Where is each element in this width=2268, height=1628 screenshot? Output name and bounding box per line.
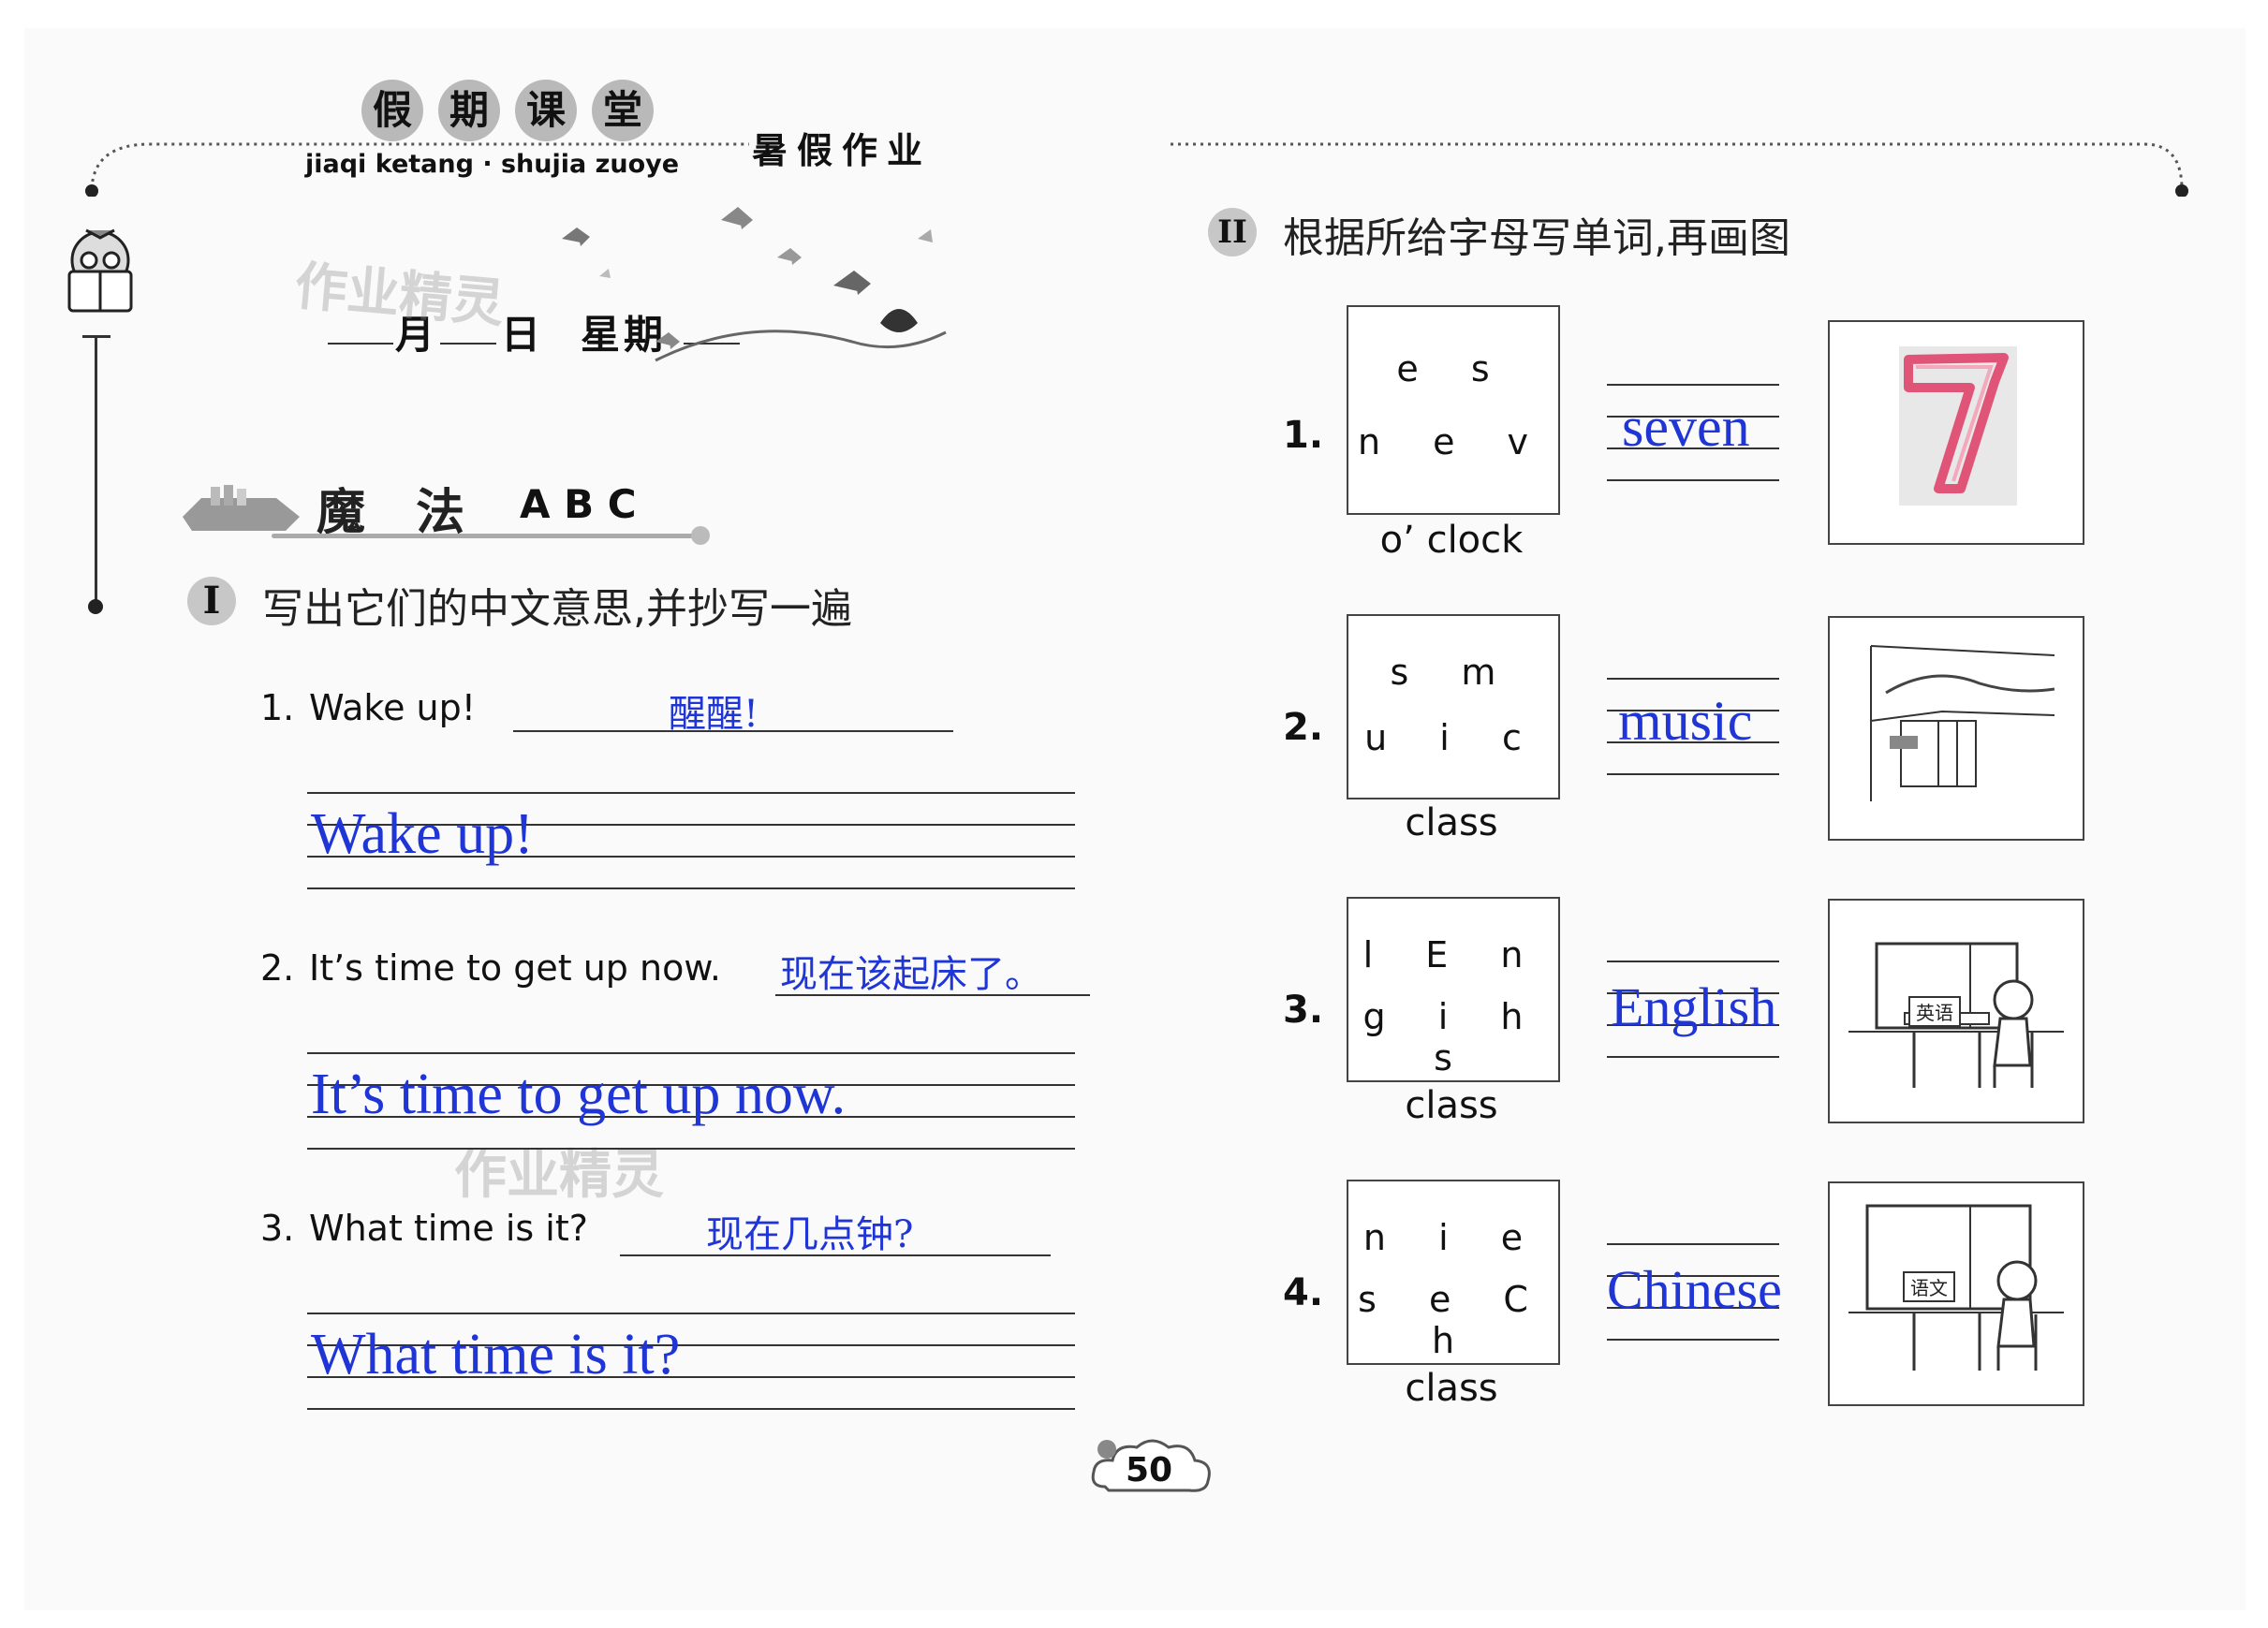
drawing-box[interactable] [1828,616,2084,841]
day-label: 日 [501,312,545,358]
letters-top: l E n [1362,934,1544,975]
chinese-classroom-drawing [1848,1204,2064,1371]
cn-answer: 醒醒! [669,693,759,736]
section-title-abc: A B C [520,481,637,527]
books-icon [183,485,300,531]
copy-line-1 [307,1052,1075,1054]
letters-box: l E n g i h s [1347,897,1560,1082]
item-number: 1. [260,687,295,728]
copy-line-1 [307,792,1075,794]
letters-bottom: g i h s [1362,996,1544,1078]
copy-line-1 [307,1313,1075,1314]
caption: class [1405,801,1498,844]
drawing-box[interactable] [1828,320,2084,545]
item-number: 1. [1283,414,1324,457]
letters-box: e s n e v [1347,305,1560,515]
letters-box: n i e s e C h [1347,1180,1560,1365]
word-answer: Chinese [1607,1259,1782,1320]
cn-answer: 现在该起床了。 [780,953,1042,996]
section-title-magic: 魔 法 [317,473,464,543]
answer-line-1 [1607,1243,1779,1245]
item-text: Wake up! [309,687,476,728]
number-seven-drawing [1899,346,2017,506]
reading-mascot-icon [67,228,133,313]
part2-instruction: 根据所给字母写单词,再画图 [1283,214,1790,262]
header-line [85,142,2188,197]
margin-line-cap [82,335,110,338]
answer-line-1 [1607,678,1779,680]
word-answer: music [1618,690,1753,752]
letters-bottom: s e C h [1358,1279,1549,1361]
item-number: 3. [260,1208,295,1249]
copy-line-4 [307,1408,1075,1410]
month-blank[interactable] [328,343,393,345]
answer-line-4 [1607,1339,1779,1341]
part1-instruction: 写出它们的中文意思,并抄写一遍 [262,585,852,633]
header: 假 期 课 堂 jiaqi ketang · shujia zuoye 暑假作业 [0,0,2268,206]
item-number: 3. [1283,989,1324,1032]
page-number: 50 [1126,1451,1173,1489]
magic-char-1: 魔 [317,485,366,541]
copy-line-4 [307,887,1075,889]
part1-roman-badge: I [187,577,236,625]
part2-item-4: 4. n i e s e C h class Chinese 语文 [1274,1180,2098,1451]
letters-bottom: u i c [1364,717,1542,758]
word-answer: seven [1622,396,1750,458]
drawing-box[interactable]: 英语 [1828,899,2084,1123]
section-underline-dot [691,526,710,545]
item-text: It’s time to get up now. [309,947,721,989]
caption: o’ clock [1379,519,1524,562]
letters-top: s m [1390,652,1517,693]
copy-answer: It’s time to get up now. [311,1063,847,1126]
copy-answer: Wake up! [311,802,534,866]
part1-item-3: 3. What time is it? 现在几点钟? What time is … [260,1204,1103,1419]
copy-answer: What time is it? [311,1323,681,1386]
letters-bottom: n e v [1357,421,1550,462]
part1-item-1: 1. Wake up! 醒醒! Wake up! [260,683,1103,899]
part2-item-3: 3. l E n g i h s class English 英语 [1274,897,2098,1168]
item-number: 2. [260,947,295,989]
cn-answer: 现在几点钟? [706,1213,914,1256]
section-underline [272,534,698,538]
margin-line-dot [88,599,103,614]
part2-roman-badge: II [1208,208,1257,257]
letters-top: n i e [1362,1217,1544,1258]
part2-item-1: 1. e s n e v o’ clock seven [1274,305,2098,577]
music-classroom-drawing [1870,645,2055,801]
copy-line-4 [307,1148,1075,1150]
subject-sign: 语文 [1903,1271,1955,1302]
item-number: 4. [1283,1271,1324,1314]
part2-item-2: 2. s m u i c class music [1274,614,2098,886]
caption: class [1405,1084,1498,1127]
answer-line-4 [1607,479,1779,481]
answer-line-4 [1607,773,1779,775]
item-number: 2. [1283,706,1324,749]
part1-item-2: 2. It’s time to get up now. 现在该起床了。 It’s… [260,944,1103,1159]
subject-sign: 英语 [1908,996,1961,1027]
item-text: What time is it? [309,1208,588,1249]
day-blank[interactable] [440,343,496,345]
answer-line-4 [1607,1056,1779,1058]
answer-line-1 [1607,961,1779,962]
letters-box: s m u i c [1347,614,1560,799]
caption: class [1405,1367,1498,1410]
drawing-box[interactable]: 语文 [1828,1181,2084,1406]
word-answer: English [1611,976,1777,1037]
margin-line [95,337,97,604]
magic-char-2: 法 [416,485,465,541]
answer-line-1 [1607,384,1779,386]
butterflies-decoration [562,207,947,362]
letters-top: e s [1396,348,1510,389]
